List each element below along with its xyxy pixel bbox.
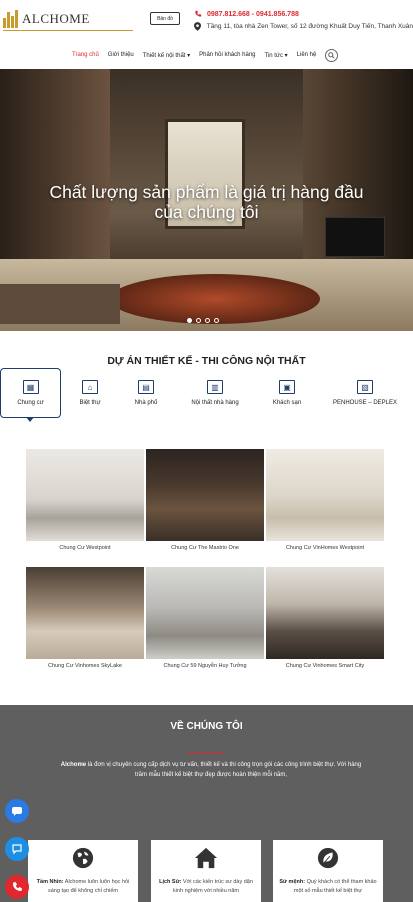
category-pointer-icon xyxy=(26,417,34,422)
category-villa[interactable]: ⌂ Biệt thự xyxy=(72,368,108,418)
zalo-button[interactable] xyxy=(5,837,29,861)
project-image xyxy=(266,567,384,659)
townhouse-icon: ▤ xyxy=(138,380,154,394)
nav-item-contact[interactable]: Liên hệ xyxy=(297,52,317,58)
phone-icon xyxy=(193,10,202,19)
logo[interactable]: ALCHOME xyxy=(3,8,90,30)
project-caption: Chung Cư The Mastrio One xyxy=(171,545,239,551)
logo-text: ALCHOME xyxy=(22,11,90,26)
project-card[interactable]: Chung Cư Westpoint xyxy=(26,449,144,551)
project-caption: Chung Cư Vinhomes SkyLake xyxy=(48,663,122,669)
hero-slider[interactable]: Chất lượng sản phẩm là giá trị hàng đầu … xyxy=(0,69,413,331)
phone-call-icon xyxy=(13,882,22,891)
apartment-icon: ▦ xyxy=(22,380,39,394)
restaurant-icon: ▥ xyxy=(207,380,223,394)
hotel-icon: ▣ xyxy=(279,380,295,394)
about-title: VỀ CHÚNG TÔI xyxy=(170,721,243,732)
slider-dot[interactable] xyxy=(214,318,219,323)
feature-card-mission[interactable]: Sứ mệnh: Quý khách có thể tham khảo một … xyxy=(273,840,383,902)
category-penthouse[interactable]: ▧ PENHOUSE – DEPLEX xyxy=(329,368,401,418)
feature-text: Lịch Sử: Với các kiến trúc sư dày dặn ki… xyxy=(159,879,253,894)
project-card[interactable]: Chung Cư VinHomes Westpoint xyxy=(266,449,384,551)
nav-item-interior-design[interactable]: Thiết kế nội thất ▾ xyxy=(143,52,190,59)
feature-text: Tầm Nhìn: Alchome luôn luôn học hỏi sáng… xyxy=(36,879,130,894)
feature-text: Sứ mệnh: Quý khách có thể tham khảo một … xyxy=(279,879,377,894)
project-image xyxy=(26,449,144,541)
hero-rug xyxy=(110,274,320,324)
leaf-icon xyxy=(316,846,340,870)
projects-title: DỰ ÁN THIẾT KẾ - THI CÔNG NỘI THẤT xyxy=(107,355,306,367)
nav-item-about[interactable]: Giới thiệu xyxy=(108,52,134,58)
project-image xyxy=(146,567,264,659)
hero-title-line2: của chúng tôi xyxy=(154,202,259,222)
slider-dots xyxy=(187,318,223,323)
project-categories: ▦ Chung cư ⌂ Biệt thự ▤ Nhà phố ▥ Nội th… xyxy=(0,368,413,418)
about-divider xyxy=(187,753,225,754)
nav-item-feedback[interactable]: Phản hồi khách hàng xyxy=(199,52,255,58)
slider-dot[interactable] xyxy=(205,318,210,323)
home-icon xyxy=(194,846,218,870)
feature-card-history[interactable]: Lịch Sử: Với các kiến trúc sư dày dặn ki… xyxy=(151,840,261,902)
slider-dot[interactable] xyxy=(196,318,201,323)
site-header: ALCHOME Bản đồ 0987.812.668 - 0941.856.7… xyxy=(0,0,413,40)
main-nav: Trang chủ Giới thiệu Thiết kế nội thất ▾… xyxy=(0,44,413,66)
about-brand: Alchome xyxy=(60,762,87,768)
project-card[interactable]: Chung Cư Vinhomes SkyLake xyxy=(26,567,144,669)
chat-icon xyxy=(12,807,22,816)
project-image xyxy=(266,449,384,541)
hero-sofa xyxy=(0,284,120,324)
nav-item-news[interactable]: Tin tức ▾ xyxy=(265,52,288,59)
hero-tv xyxy=(325,217,385,257)
search-icon xyxy=(328,51,335,59)
contact-info: 0987.812.668 - 0941.856.788 Tầng 11, tòa… xyxy=(193,8,413,32)
call-button[interactable] xyxy=(5,875,29,899)
feature-card-vision[interactable]: Tầm Nhìn: Alchome luôn luôn học hỏi sáng… xyxy=(28,840,138,902)
about-section: VỀ CHÚNG TÔI Alchome là đơn vị chuyên cu… xyxy=(0,705,413,902)
location-pin-icon xyxy=(193,21,202,31)
logo-underline xyxy=(3,30,133,31)
category-hotel[interactable]: ▣ Khách sạn xyxy=(266,368,308,418)
project-caption: Chung Cư VinHomes Westpoint xyxy=(285,545,365,551)
about-body: là đơn vị chuyên cung cấp dịch vụ tư vấn… xyxy=(86,762,362,778)
project-caption: Chung Cư Vinhomes Smart City xyxy=(285,663,365,669)
project-card[interactable]: Chung Cư Vinhomes Smart City xyxy=(266,567,384,669)
address-text: Tầng 11, tòa nhà Zen Tower, số 12 đường … xyxy=(206,22,413,30)
nav-item-home[interactable]: Trang chủ xyxy=(72,52,99,58)
villa-icon: ⌂ xyxy=(82,380,98,394)
project-caption: Chung Cư 59 Nguyễn Huy Tưởng xyxy=(163,663,247,669)
slider-dot[interactable] xyxy=(187,318,192,323)
logo-icon xyxy=(3,10,19,28)
messenger-button[interactable] xyxy=(5,799,29,823)
category-apartment[interactable]: ▦ Chung cư xyxy=(0,368,61,418)
project-card[interactable]: Chung Cư 59 Nguyễn Huy Tưởng xyxy=(146,567,264,669)
globe-icon xyxy=(71,846,95,870)
project-image xyxy=(26,567,144,659)
project-image xyxy=(146,449,264,541)
hero-title-line1: Chất lượng sản phẩm là giá trị hàng đầu xyxy=(49,182,364,202)
category-townhouse[interactable]: ▤ Nhà phố xyxy=(128,368,164,418)
category-restaurant[interactable]: ▥ Nội thất nhà hàng xyxy=(184,368,246,418)
about-text: Alchome là đơn vị chuyên cung cấp dịch v… xyxy=(56,760,366,780)
project-caption: Chung Cư Westpoint xyxy=(59,545,111,551)
phone-number[interactable]: 0987.812.668 - 0941.856.788 xyxy=(207,11,299,18)
hero-title: Chất lượng sản phẩm là giá trị hàng đầu … xyxy=(0,182,413,222)
penthouse-icon: ▧ xyxy=(357,380,373,394)
search-button[interactable] xyxy=(325,48,339,62)
map-button[interactable]: Bản đồ xyxy=(150,12,180,25)
project-card[interactable]: Chung Cư The Mastrio One xyxy=(146,449,264,551)
message-icon xyxy=(12,844,22,855)
